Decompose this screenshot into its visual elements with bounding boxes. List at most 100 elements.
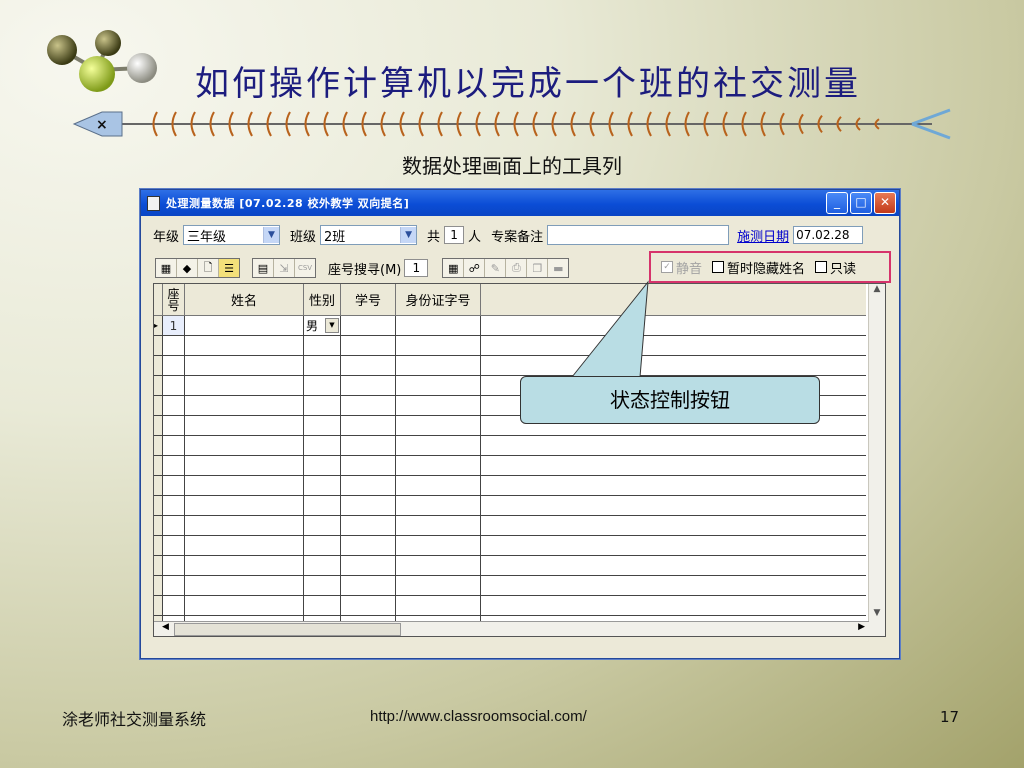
empty-row[interactable] bbox=[154, 435, 866, 456]
cell-id-number[interactable] bbox=[395, 475, 481, 496]
navigate-icon[interactable]: ◆ bbox=[177, 259, 198, 277]
cell-id-number[interactable] bbox=[395, 395, 481, 416]
column-header-seat[interactable]: 座号 bbox=[162, 284, 185, 316]
cell-seat[interactable] bbox=[162, 495, 185, 516]
cell-student-id[interactable] bbox=[340, 475, 396, 496]
cell-gender[interactable] bbox=[303, 335, 341, 356]
cell-seat[interactable] bbox=[162, 595, 185, 616]
cell-id-number[interactable] bbox=[395, 355, 481, 376]
empty-row[interactable] bbox=[154, 355, 866, 376]
date-link[interactable]: 施测日期 bbox=[737, 226, 789, 245]
empty-row[interactable] bbox=[154, 515, 866, 536]
network-icon[interactable]: ☍ bbox=[464, 259, 486, 277]
chevron-down-icon[interactable]: ▼ bbox=[325, 318, 339, 333]
cell-student-id[interactable] bbox=[340, 595, 396, 616]
cell-seat[interactable] bbox=[162, 335, 185, 356]
cell-name[interactable] bbox=[184, 595, 304, 616]
cell-student-id[interactable] bbox=[340, 415, 396, 436]
paste-icon[interactable]: ▬ bbox=[548, 259, 568, 277]
cell-seat[interactable] bbox=[162, 535, 185, 556]
readonly-checkbox[interactable]: 只读 bbox=[815, 258, 856, 277]
vertical-scrollbar[interactable]: ▲ ▼ bbox=[868, 284, 885, 636]
empty-row[interactable] bbox=[154, 455, 866, 476]
cell-gender[interactable] bbox=[303, 475, 341, 496]
cell-name[interactable] bbox=[184, 395, 304, 416]
cell-gender[interactable] bbox=[303, 595, 341, 616]
cell-student-id[interactable] bbox=[340, 395, 396, 416]
cell-gender[interactable] bbox=[303, 555, 341, 576]
cell-seat[interactable] bbox=[162, 395, 185, 416]
cell-seat[interactable] bbox=[162, 555, 185, 576]
cell-seat[interactable] bbox=[162, 475, 185, 496]
copy-icon[interactable]: ❐ bbox=[527, 259, 549, 277]
cell-gender[interactable] bbox=[303, 435, 341, 456]
note-input[interactable] bbox=[547, 225, 730, 245]
cell-gender[interactable] bbox=[303, 415, 341, 436]
cell-gender[interactable] bbox=[303, 495, 341, 516]
close-button[interactable]: ✕ bbox=[874, 192, 896, 214]
table-icon[interactable]: ▤ bbox=[253, 259, 274, 277]
cell-name[interactable] bbox=[184, 435, 304, 456]
cell-student-id[interactable] bbox=[340, 555, 396, 576]
cell-name[interactable] bbox=[184, 555, 304, 576]
mute-checkbox[interactable]: ✓ 静音 bbox=[661, 258, 702, 277]
grid-icon[interactable]: ▦ bbox=[156, 259, 177, 277]
seat-search-input[interactable]: 1 bbox=[404, 259, 429, 277]
gender-select[interactable]: 男 ▼ bbox=[304, 316, 340, 335]
horizontal-scrollbar[interactable]: ◀ ▶ bbox=[154, 621, 869, 636]
cell-student-id[interactable] bbox=[340, 495, 396, 516]
cell-seat[interactable] bbox=[162, 435, 185, 456]
export-icon[interactable]: ⇲ bbox=[274, 259, 295, 277]
scroll-left-icon[interactable]: ◀ bbox=[162, 622, 169, 632]
cell-name[interactable] bbox=[184, 355, 304, 376]
cell-id-number[interactable] bbox=[395, 315, 481, 336]
empty-row[interactable] bbox=[154, 495, 866, 516]
column-header-id-number[interactable]: 身份证字号 bbox=[395, 284, 481, 316]
cell-gender[interactable] bbox=[303, 575, 341, 596]
scroll-up-icon[interactable]: ▲ bbox=[869, 284, 885, 298]
cell-student-id[interactable] bbox=[340, 515, 396, 536]
cell-id-number[interactable] bbox=[395, 575, 481, 596]
cell-gender[interactable] bbox=[303, 455, 341, 476]
document-icon[interactable]: 🗋 bbox=[198, 259, 219, 277]
empty-row[interactable] bbox=[154, 555, 866, 576]
empty-row[interactable] bbox=[154, 475, 866, 496]
cell-gender[interactable] bbox=[303, 375, 341, 396]
cell-seat[interactable] bbox=[162, 575, 185, 596]
cell-name[interactable] bbox=[184, 515, 304, 536]
cell-id-number[interactable] bbox=[395, 415, 481, 436]
window-titlebar[interactable]: 处理测量数据 [07.02.28 校外教学 双向提名] _ □ ✕ bbox=[141, 190, 899, 216]
empty-row[interactable] bbox=[154, 575, 866, 596]
cell-id-number[interactable] bbox=[395, 555, 481, 576]
cell-name[interactable] bbox=[184, 455, 304, 476]
cell-gender[interactable] bbox=[303, 515, 341, 536]
cell-name[interactable] bbox=[184, 415, 304, 436]
cell-student-id[interactable] bbox=[340, 355, 396, 376]
cell-id-number[interactable] bbox=[395, 535, 481, 556]
scroll-thumb[interactable] bbox=[174, 623, 401, 636]
edit-icon[interactable]: ✎ bbox=[485, 259, 507, 277]
cell-student-id[interactable] bbox=[340, 575, 396, 596]
cell-id-number[interactable] bbox=[395, 435, 481, 456]
cell-seat[interactable]: 1 bbox=[162, 315, 185, 336]
column-header-student-id[interactable]: 学号 bbox=[340, 284, 396, 316]
cell-student-id[interactable] bbox=[340, 335, 396, 356]
column-header-gender[interactable]: 性别 bbox=[303, 284, 341, 316]
table-view-icon[interactable]: ▦ bbox=[443, 259, 465, 277]
cell-seat[interactable] bbox=[162, 415, 185, 436]
cell-student-id[interactable] bbox=[340, 315, 396, 336]
empty-row[interactable] bbox=[154, 335, 866, 356]
print-icon[interactable]: ⎙ bbox=[506, 259, 528, 277]
cell-name[interactable] bbox=[184, 495, 304, 516]
cell-name[interactable] bbox=[184, 315, 304, 336]
cell-seat[interactable] bbox=[162, 455, 185, 476]
cell-id-number[interactable] bbox=[395, 455, 481, 476]
cell-student-id[interactable] bbox=[340, 535, 396, 556]
cell-student-id[interactable] bbox=[340, 435, 396, 456]
data-grid[interactable]: 座号 姓名 性别 学号 身份证字号 ▸ 1 男 ▼ ▲ ▼ ◀ ▶ bbox=[153, 283, 886, 637]
cell-id-number[interactable] bbox=[395, 335, 481, 356]
scroll-right-icon[interactable]: ▶ bbox=[858, 622, 865, 632]
cell-id-number[interactable] bbox=[395, 515, 481, 536]
table-row[interactable]: ▸ 1 男 ▼ bbox=[154, 315, 866, 336]
column-header-name[interactable]: 姓名 bbox=[184, 284, 304, 316]
